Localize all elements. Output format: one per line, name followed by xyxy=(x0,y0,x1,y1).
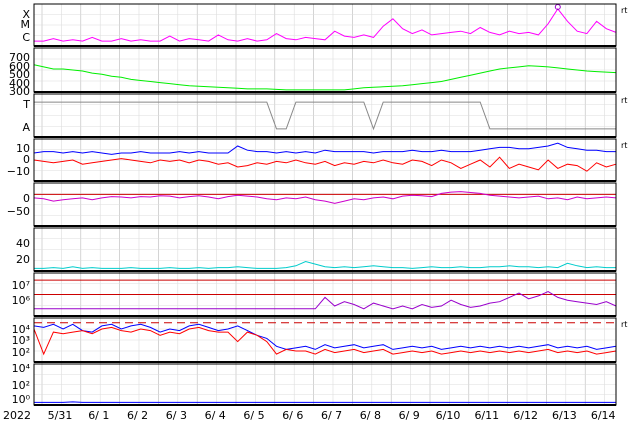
y-tick-label: −50 xyxy=(7,205,30,218)
y-tick-label: 10⁷ xyxy=(12,279,30,292)
series-layer xyxy=(33,3,617,403)
y-tick-label: T xyxy=(22,98,30,111)
y-tick-label: A xyxy=(22,121,30,134)
y-tick-label: 10⁴ xyxy=(12,362,31,375)
panel-side-label: rt xyxy=(621,320,627,329)
x-tick-label: 6/11 xyxy=(474,409,499,422)
y-tick-label: 10⁰ xyxy=(12,393,31,406)
series-line xyxy=(33,156,617,172)
x-tick-label: 6/ 9 xyxy=(399,409,420,422)
x-tick-label: 5/31 xyxy=(48,409,73,422)
y-tick-label: C xyxy=(22,31,30,44)
panel-side-label: rt xyxy=(621,141,627,150)
y-tick-label: 40 xyxy=(16,237,30,250)
x-tick-label: 6/ 5 xyxy=(243,409,264,422)
y-tick-label: 300 xyxy=(9,85,30,98)
year-label: 2022 xyxy=(3,409,31,422)
x-tick-label: 6/ 7 xyxy=(321,409,342,422)
series-line xyxy=(33,323,617,350)
series-line xyxy=(33,64,617,91)
x-tick-label: 6/ 2 xyxy=(127,409,148,422)
y-tick-label: M xyxy=(21,18,31,31)
y-tick-label: −10 xyxy=(7,165,30,178)
x-tick-label: 6/13 xyxy=(552,409,577,422)
series-line xyxy=(33,326,617,356)
x-tick-label: 6/ 8 xyxy=(360,409,381,422)
y-tick-label: 20 xyxy=(16,253,30,266)
y-tick-label: 10² xyxy=(12,379,30,392)
series-line xyxy=(34,260,616,269)
x-tick-label: 6/10 xyxy=(436,409,461,422)
panel-side-label: rt xyxy=(621,96,627,105)
space-weather-chart: 2022 XMCrt700600500400300TArt100−10rt0−5… xyxy=(3,3,627,422)
y-tick-label: 10² xyxy=(12,346,30,359)
y-tick-label: 0 xyxy=(23,192,30,205)
x-tick-label: 6/ 1 xyxy=(88,409,109,422)
panel-side-label: rt xyxy=(621,6,627,15)
x-tick-label: 6/12 xyxy=(513,409,538,422)
x-tick-label: 6/ 3 xyxy=(166,409,187,422)
series-line xyxy=(34,401,616,403)
series-line xyxy=(33,142,616,155)
series-line xyxy=(33,191,617,204)
x-tick-label: 6/ 6 xyxy=(282,409,303,422)
label-layer: 2022 XMCrt700600500400300TArt100−10rt0−5… xyxy=(3,6,627,422)
y-tick-label: 10⁶ xyxy=(12,294,31,307)
x-tick-label: 6/14 xyxy=(591,409,616,422)
x-tick-label: 6/ 4 xyxy=(205,409,226,422)
